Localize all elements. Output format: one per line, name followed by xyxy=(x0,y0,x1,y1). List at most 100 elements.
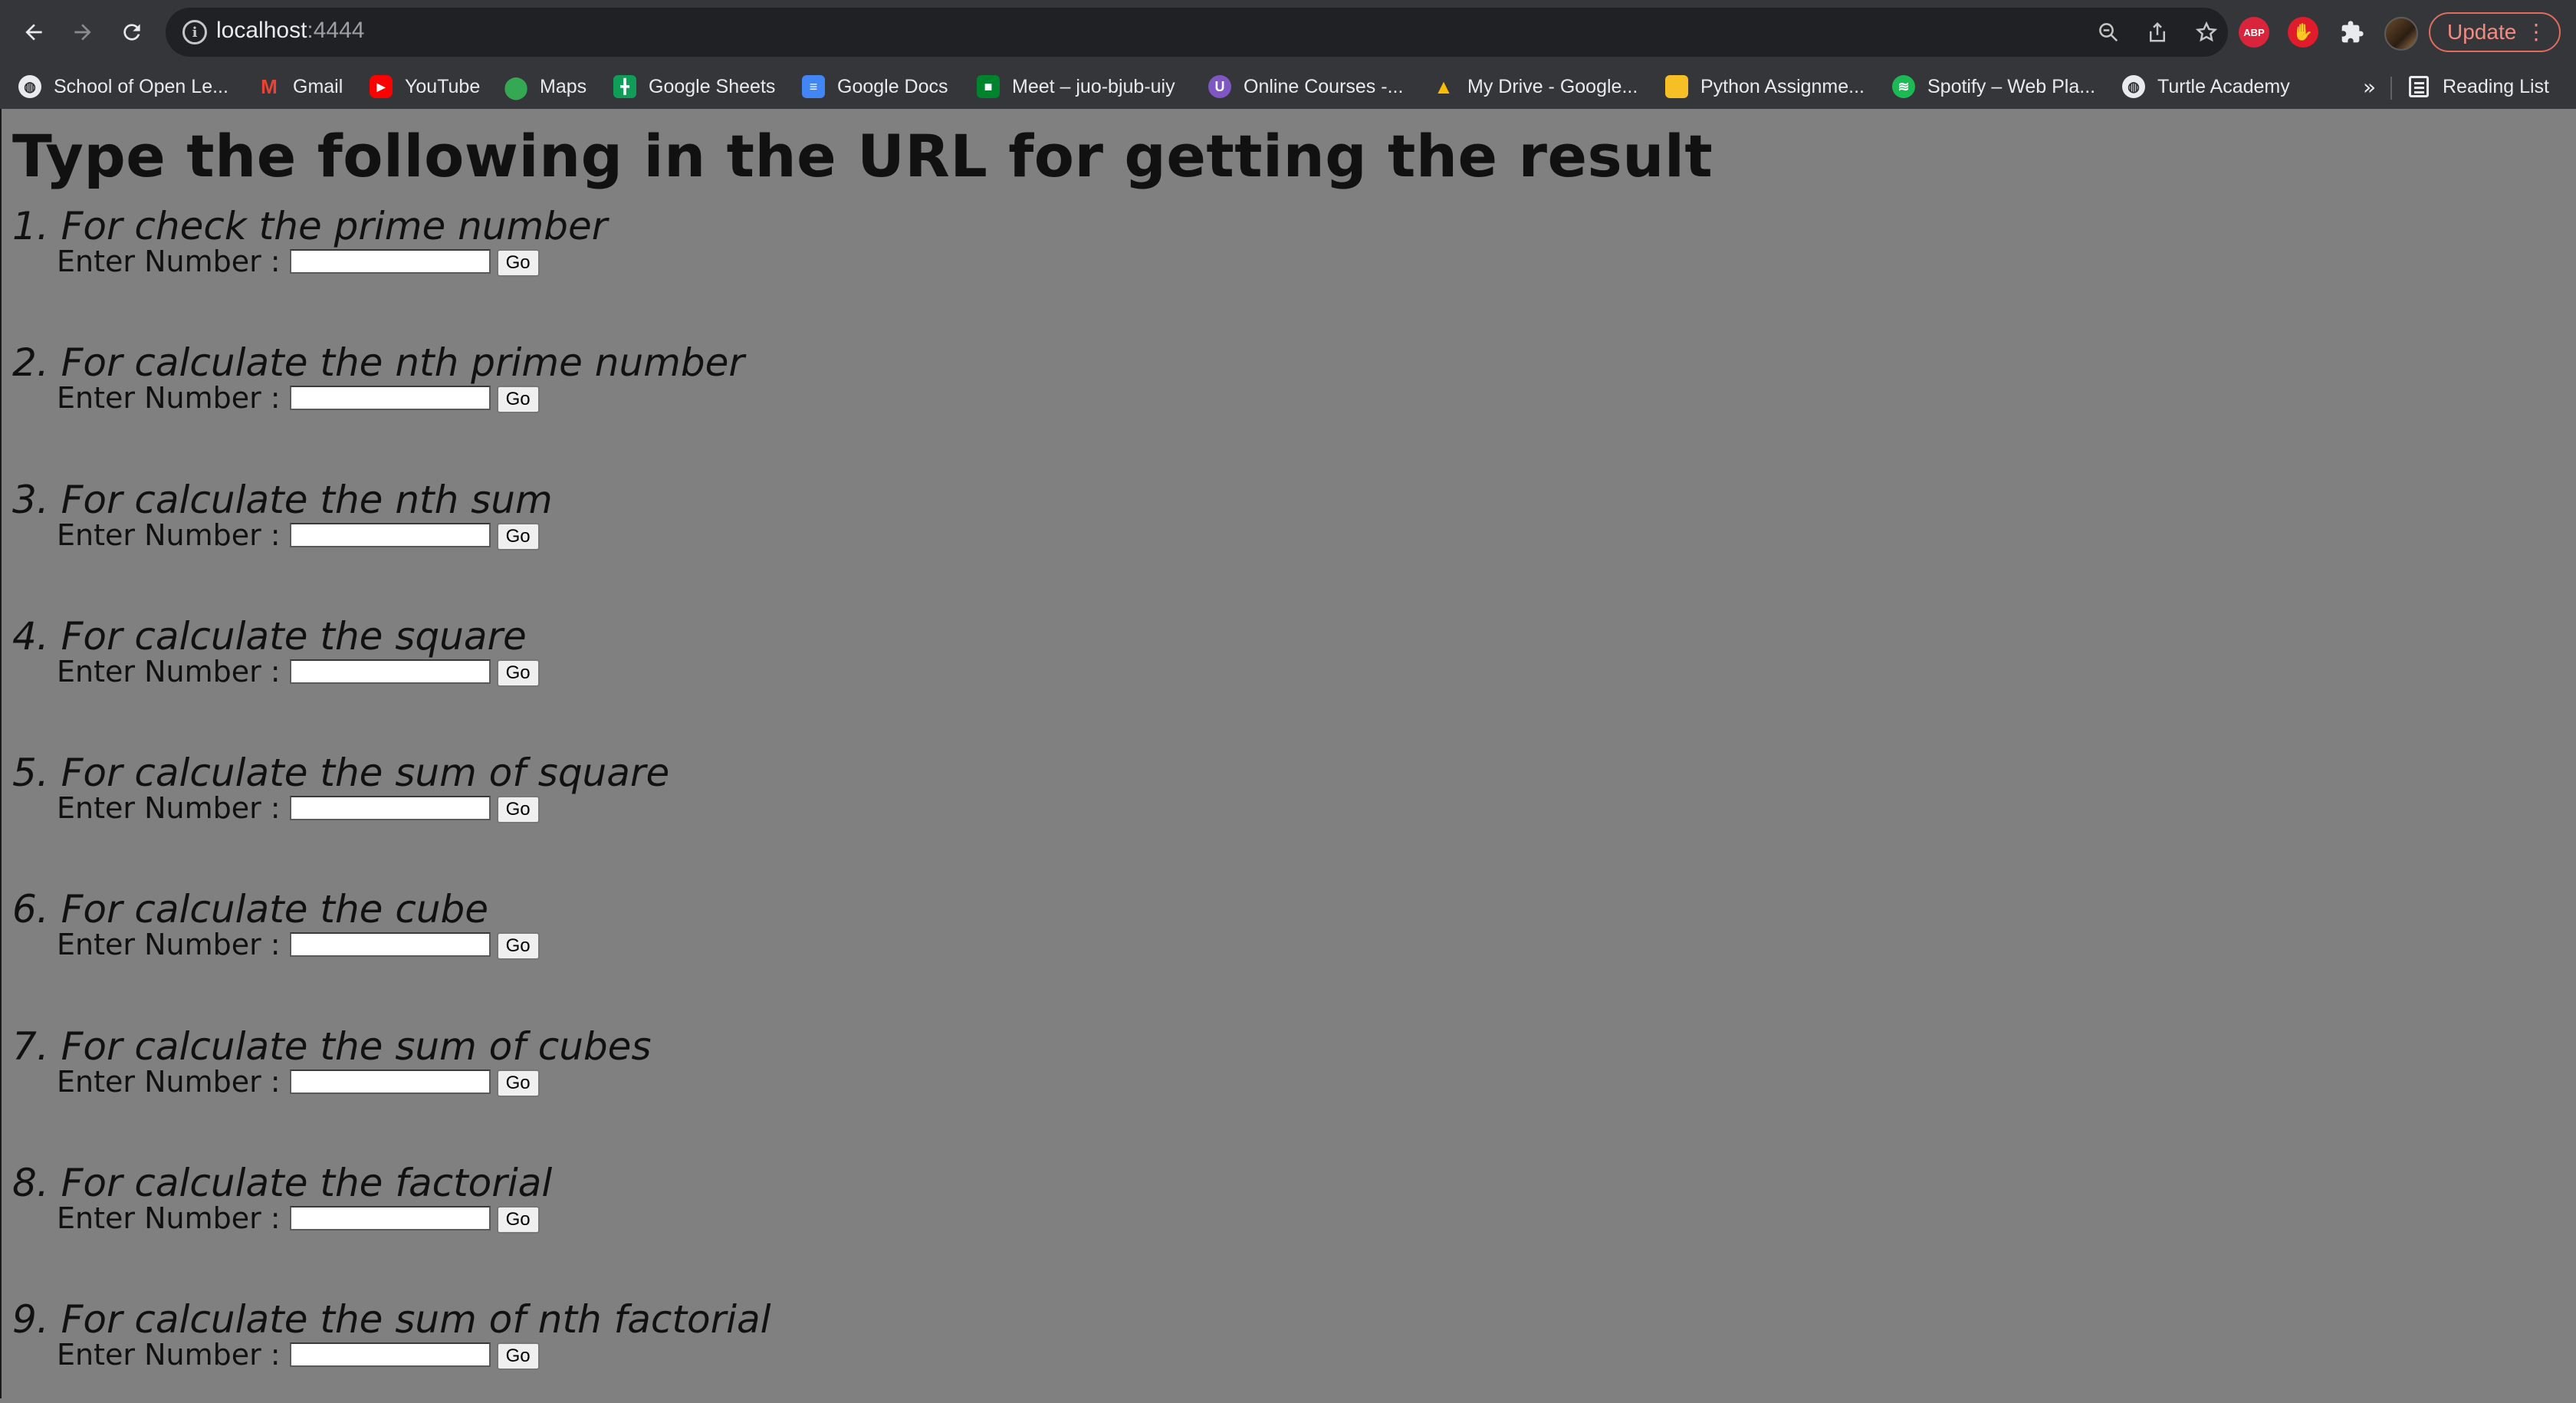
bookmark-label: Maps xyxy=(540,75,587,97)
go-button[interactable]: Go xyxy=(496,1070,540,1097)
browser-chrome: i localhost:4444 ABP ✋ Update ⋮ ◍ School … xyxy=(0,0,2576,109)
extensions-puzzle-icon[interactable] xyxy=(2337,17,2367,48)
globe-icon: ◍ xyxy=(2122,75,2145,98)
bookmark-maps[interactable]: ⬤ Maps xyxy=(504,67,586,106)
bookmark-spotify[interactable]: ≋ Spotify – Web Pla... xyxy=(1892,67,2095,106)
go-button[interactable]: Go xyxy=(496,1206,540,1234)
bookmark-my-drive[interactable]: ▲ My Drive - Google... xyxy=(1432,67,1638,106)
profile-avatar[interactable] xyxy=(2384,17,2418,51)
number-input[interactable] xyxy=(289,1070,491,1094)
bookmark-label: YouTube xyxy=(405,75,481,97)
bookmark-label: Google Docs xyxy=(837,75,948,97)
bookmark-label: Gmail xyxy=(293,75,343,97)
back-button[interactable] xyxy=(15,14,52,51)
bookmark-label: Turtle Academy xyxy=(2157,75,2290,97)
go-button[interactable]: Go xyxy=(496,523,540,550)
google-slides-icon xyxy=(1665,75,1688,98)
bookmark-label: Online Courses -... xyxy=(1244,75,1404,97)
section-sum-of-nth-factorial: 9. For calculate the sum of nth factoria… xyxy=(12,1296,932,1403)
enter-number-label: Enter Number : xyxy=(57,1201,281,1235)
bookmark-google-meet[interactable]: ■ Meet – juo-bjub-uiy xyxy=(977,67,1175,106)
number-input[interactable] xyxy=(289,932,491,957)
field-row: Enter Number : Go xyxy=(57,1063,540,1101)
online-courses-icon: U xyxy=(1208,75,1231,98)
field-row: Enter Number : Go xyxy=(57,516,540,554)
google-sheets-icon: ╋ xyxy=(613,75,636,98)
bookmark-gmail[interactable]: M Gmail xyxy=(258,67,343,106)
enter-number-label: Enter Number : xyxy=(57,518,281,552)
site-info-icon[interactable]: i xyxy=(182,20,207,44)
section-factorial: 8. For calculate the factorial Enter Num… xyxy=(12,1159,932,1267)
go-button[interactable]: Go xyxy=(496,932,540,960)
page-title: Type the following in the URL for gettin… xyxy=(12,122,1714,190)
google-drive-icon: ▲ xyxy=(1434,74,1454,98)
section-sum-of-square: 5. For calculate the sum of square Enter… xyxy=(12,749,932,856)
url-text: localhost:4444 xyxy=(216,18,365,43)
number-input[interactable] xyxy=(289,249,491,274)
reading-list-icon xyxy=(2409,76,2429,97)
section-square: 4. For calculate the square Enter Number… xyxy=(12,613,932,720)
field-row: Enter Number : Go xyxy=(57,652,540,691)
field-row: Enter Number : Go xyxy=(57,925,540,964)
update-button[interactable]: Update ⋮ xyxy=(2429,12,2561,52)
go-button[interactable]: Go xyxy=(496,386,540,413)
bookmark-label: Spotify – Web Pla... xyxy=(1927,75,2096,97)
globe-icon: ◍ xyxy=(18,75,41,98)
enter-number-label: Enter Number : xyxy=(57,1065,281,1099)
bookmark-star-icon[interactable] xyxy=(2191,17,2222,48)
google-meet-icon: ■ xyxy=(977,75,1000,98)
maps-icon: ⬤ xyxy=(504,74,528,99)
zoom-icon[interactable] xyxy=(2093,17,2124,48)
forward-button[interactable] xyxy=(64,14,101,51)
bookmark-label: My Drive - Google... xyxy=(1467,75,1638,97)
go-button[interactable]: Go xyxy=(496,1342,540,1370)
google-docs-icon: ≡ xyxy=(802,75,825,98)
bookmark-school-of-open-learning[interactable]: ◍ School of Open Le... xyxy=(18,67,228,106)
go-button[interactable]: Go xyxy=(496,249,540,277)
back-arrow-icon xyxy=(25,24,42,41)
bookmark-google-docs[interactable]: ≡ Google Docs xyxy=(802,67,948,106)
reload-button[interactable] xyxy=(113,14,150,51)
number-input[interactable] xyxy=(289,659,491,684)
reading-list-button[interactable]: Reading List xyxy=(2409,67,2549,106)
bookmark-label: Meet – juo-bjub-uiy xyxy=(1012,75,1175,97)
enter-number-label: Enter Number : xyxy=(57,245,281,278)
menu-kebab-icon[interactable]: ⋮ xyxy=(2525,18,2547,46)
field-row: Enter Number : Go xyxy=(57,1199,540,1237)
bookmark-label: School of Open Le... xyxy=(54,75,228,97)
bookmark-turtle-academy[interactable]: ◍ Turtle Academy xyxy=(2122,67,2290,106)
number-input[interactable] xyxy=(289,1206,491,1230)
bookmark-online-courses[interactable]: U Online Courses -... xyxy=(1208,67,1403,106)
adblock-plus-icon[interactable]: ABP xyxy=(2239,17,2269,48)
reload-icon xyxy=(123,24,140,41)
bookmark-label: Google Sheets xyxy=(649,75,776,97)
gmail-icon: M xyxy=(261,74,278,98)
youtube-icon: ▶ xyxy=(370,75,393,98)
section-nth-prime: 2. For calculate the nth prime number En… xyxy=(12,339,932,446)
bookmark-google-sheets[interactable]: ╋ Google Sheets xyxy=(613,67,775,106)
number-input[interactable] xyxy=(289,523,491,547)
address-bar[interactable]: i localhost:4444 xyxy=(166,8,2228,57)
number-input[interactable] xyxy=(289,796,491,820)
section-check-prime: 1. For check the prime number Enter Numb… xyxy=(12,202,932,310)
bookmark-label: Python Assignme... xyxy=(1700,75,1865,97)
enter-number-label: Enter Number : xyxy=(57,791,281,825)
section-sum-of-cubes: 7. For calculate the sum of cubes Enter … xyxy=(12,1023,932,1130)
more-bookmarks-chevron-icon[interactable]: » xyxy=(2363,67,2376,106)
bookmark-youtube[interactable]: ▶ YouTube xyxy=(370,67,480,106)
enter-number-label: Enter Number : xyxy=(57,928,281,961)
number-input[interactable] xyxy=(289,386,491,410)
bookmarks-bar: ◍ School of Open Le... M Gmail ▶ YouTube ⬤ M… xyxy=(0,64,2576,109)
page-content: Type the following in the URL for gettin… xyxy=(0,109,2576,1398)
forward-arrow-icon xyxy=(74,24,91,41)
share-icon[interactable] xyxy=(2142,17,2173,48)
section-cube: 6. For calculate the cube Enter Number :… xyxy=(12,886,932,993)
section-nth-sum: 3. For calculate the nth sum Enter Numbe… xyxy=(12,476,932,583)
field-row: Enter Number : Go xyxy=(57,789,540,827)
go-button[interactable]: Go xyxy=(496,796,540,823)
go-button[interactable]: Go xyxy=(496,659,540,687)
spotify-icon: ≋ xyxy=(1892,75,1915,98)
bookmark-python-assignment[interactable]: Python Assignme... xyxy=(1665,67,1865,106)
hand-extension-icon[interactable]: ✋ xyxy=(2288,17,2318,48)
number-input[interactable] xyxy=(289,1342,491,1367)
